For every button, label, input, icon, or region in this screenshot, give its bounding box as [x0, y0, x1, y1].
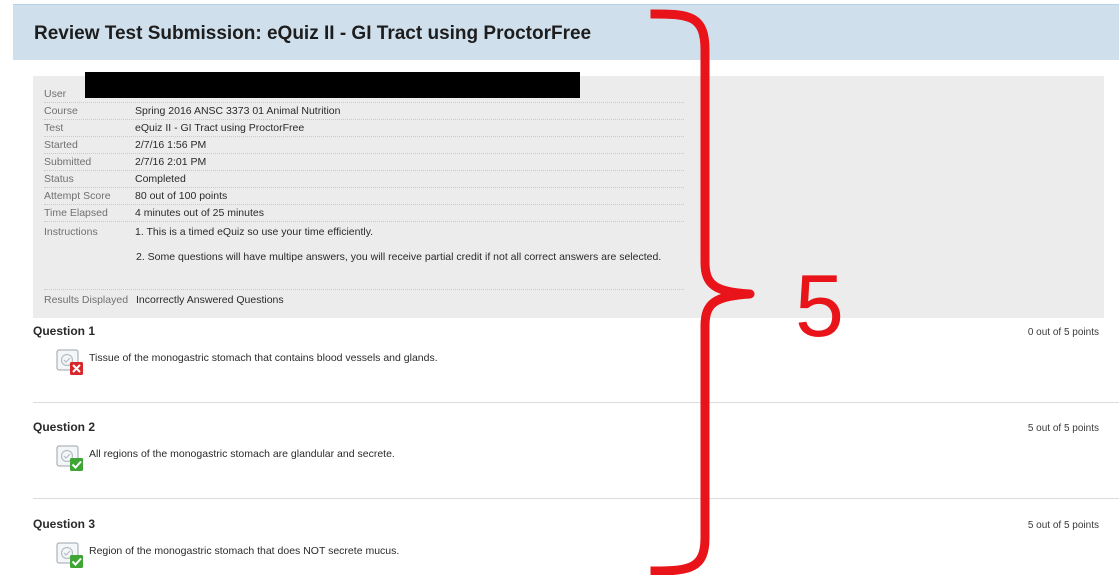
question-divider: [33, 402, 1119, 403]
correct-answer-icon: [56, 444, 86, 474]
question-points: 5 out of 5 points: [1027, 520, 1099, 531]
user-redaction: [85, 72, 580, 98]
page-title: Review Test Submission: eQuiz II - GI Tr…: [34, 23, 592, 44]
detail-label: Submitted: [44, 156, 92, 168]
detail-label: Started: [44, 139, 78, 151]
detail-label: Test: [44, 122, 64, 134]
question-title: Question 1: [33, 324, 96, 338]
detail-row-results-displayed: Results Displayed Incorrectly Answered Q…: [44, 292, 684, 309]
annotation-number: 5: [795, 256, 844, 355]
detail-row-attempt-score: Attempt Score 80 out of 100 points: [44, 188, 684, 205]
detail-label: Time Elapsed: [44, 207, 108, 219]
detail-value: eQuiz II - GI Tract using ProctorFree: [135, 122, 305, 134]
detail-row-time-elapsed: Time Elapsed 4 minutes out of 25 minutes: [44, 205, 684, 222]
detail-label: Attempt Score: [44, 190, 111, 202]
detail-value: Spring 2016 ANSC 3373 01 Animal Nutritio…: [135, 105, 341, 117]
question-title: Question 2: [33, 420, 96, 434]
detail-label: Course: [44, 105, 78, 117]
detail-label: Status: [44, 173, 74, 185]
detail-value: 80 out of 100 points: [135, 190, 228, 202]
incorrect-answer-icon: [56, 348, 86, 378]
detail-row-status: Status Completed: [44, 171, 684, 188]
detail-row-started: Started 2/7/16 1:56 PM: [44, 137, 684, 154]
detail-value: 2/7/16 1:56 PM: [135, 139, 207, 151]
annotation-brace-icon: [650, 9, 755, 575]
question-title: Question 3: [33, 517, 96, 531]
detail-value: 4 minutes out of 25 minutes: [135, 207, 264, 219]
instructions-line-1: 1. This is a timed eQuiz so use your tim…: [135, 226, 374, 238]
correct-answer-icon: [56, 541, 86, 571]
detail-label: Results Displayed: [44, 294, 129, 306]
detail-row-submitted: Submitted 2/7/16 2:01 PM: [44, 154, 684, 171]
question-text: Region of the monogastric stomach that d…: [89, 545, 400, 557]
detail-row-test: Test eQuiz II - GI Tract using ProctorFr…: [44, 120, 684, 137]
detail-value: Incorrectly Answered Questions: [136, 294, 284, 306]
question-text: Tissue of the monogastric stomach that c…: [89, 352, 438, 364]
question-text: All regions of the monogastric stomach a…: [89, 448, 395, 460]
question-points: 0 out of 5 points: [1027, 327, 1099, 338]
detail-value: Completed: [135, 173, 186, 185]
question-points: 5 out of 5 points: [1027, 423, 1099, 434]
detail-value: 2/7/16 2:01 PM: [135, 156, 207, 168]
question-divider: [33, 498, 1119, 499]
detail-row-course: Course Spring 2016 ANSC 3373 01 Animal N…: [44, 103, 684, 120]
page-header: Review Test Submission: eQuiz II - GI Tr…: [13, 4, 1119, 60]
instructions-line-2: 2. Some questions will have multipe answ…: [136, 251, 662, 263]
detail-label: Instructions: [44, 226, 98, 238]
